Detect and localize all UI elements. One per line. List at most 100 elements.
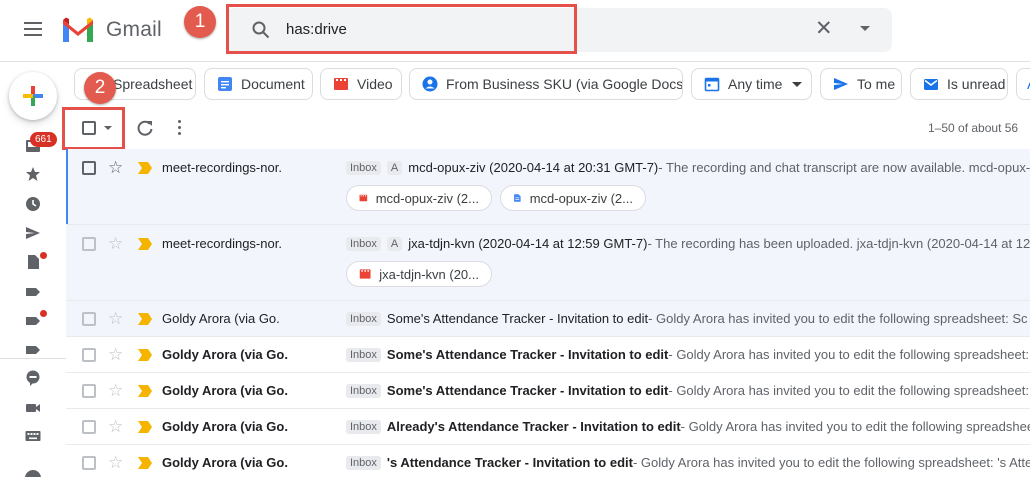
star-icon[interactable]: ☆ (108, 418, 123, 436)
email-sender: Goldy Arora (via Go. (162, 455, 288, 470)
important-marker-icon[interactable] (138, 421, 152, 433)
drafts-dot-icon (40, 252, 47, 259)
chip-any-time[interactable]: Any time (691, 68, 812, 100)
email-content: Inbox Some's Attendance Tracker - Invita… (346, 311, 1030, 326)
email-snippet: - The recording and chat transcript are … (658, 160, 1030, 175)
star-icon[interactable]: ☆ (108, 310, 123, 328)
inbox-label: Inbox (346, 383, 381, 398)
account-avatar-icon[interactable] (25, 470, 41, 477)
chip-more[interactable]: A (1016, 68, 1030, 100)
email-sender: meet-recordings-nor. (162, 236, 282, 251)
row-checkbox[interactable] (82, 456, 96, 470)
email-subject: Some's Attendance Tracker - Invitation t… (386, 311, 649, 326)
chip-label: Video (357, 76, 393, 92)
email-content: Inbox Some's Attendance Tracker - Invita… (346, 347, 1030, 362)
inbox-label: Inbox (346, 419, 381, 434)
important-marker-icon[interactable] (138, 162, 152, 174)
annotation-step-2: 2 (84, 72, 116, 104)
chip-label: From Business SKU (via Google Docs) (446, 76, 683, 92)
refresh-icon[interactable] (136, 119, 154, 137)
attachment-chip[interactable]: mcd-opux-ziv (2... (346, 185, 492, 211)
email-row[interactable]: ☆ Goldy Arora (via Go. Inbox Some's Atte… (66, 373, 1030, 409)
attachment-chip[interactable]: jxa-tdjn-kvn (20... (346, 261, 492, 287)
row-checkbox[interactable] (82, 420, 96, 434)
email-row[interactable]: ☆ meet-recordings-nor. Inbox A jxa-tdjn-… (66, 225, 1030, 301)
chip-label: To me (857, 76, 896, 92)
important-marker-icon[interactable] (138, 457, 152, 469)
important-marker-icon[interactable] (138, 238, 152, 250)
person-icon (422, 76, 438, 92)
video-file-icon (359, 269, 371, 279)
row-checkbox[interactable] (82, 348, 96, 362)
important-marker-icon[interactable] (138, 385, 152, 397)
label-icon[interactable] (25, 313, 41, 329)
compose-button[interactable] (9, 72, 57, 120)
plus-left-arm (23, 94, 33, 98)
video-camera-icon[interactable] (25, 400, 41, 416)
drafts-icon[interactable] (25, 254, 41, 270)
email-row[interactable]: ☆ Goldy Arora (via Go. Inbox Some's Atte… (66, 301, 1030, 337)
star-icon[interactable]: ☆ (108, 159, 123, 177)
label-icon[interactable] (25, 342, 41, 358)
email-row[interactable]: ☆ meet-recordings-nor. Inbox A mcd-opux-… (66, 149, 1030, 225)
attachment-name: mcd-opux-ziv (2... (375, 190, 479, 206)
star-icon[interactable]: ☆ (108, 346, 123, 364)
keyboard-icon[interactable] (25, 428, 41, 444)
attachment-chip[interactable]: mcd-opux-ziv (2... (500, 185, 646, 211)
search-options-chevron-icon[interactable] (860, 26, 870, 31)
more-options-icon[interactable] (178, 120, 182, 136)
inbox-label: Inbox (346, 311, 381, 326)
email-subject: jxa-tdjn-kvn (2020-04-14 at 12:59 GMT-7) (408, 236, 648, 251)
chip-label: Any time (728, 76, 783, 92)
email-row[interactable]: ☆ Goldy Arora (via Go. Inbox Some's Atte… (66, 337, 1030, 373)
email-sender: Goldy Arora (via Go. (162, 419, 288, 434)
email-subject: Some's Attendance Tracker - Invitation t… (386, 383, 669, 398)
chip-label: Document (241, 76, 305, 92)
email-snippet: - Goldy Arora has invited you to edit th… (668, 347, 1030, 362)
chip-video[interactable]: Video (320, 68, 402, 100)
star-icon[interactable]: ☆ (108, 382, 123, 400)
clear-search-icon[interactable]: ✕ (815, 18, 833, 39)
inbox-label: Inbox (346, 236, 381, 251)
chip-label: Spreadsheet (113, 76, 193, 92)
pagination-text: 1–50 of about 56 (928, 121, 1019, 135)
chip-from-business-sku[interactable]: From Business SKU (via Google Docs) (409, 68, 683, 100)
important-marker-icon[interactable] (138, 313, 152, 325)
chip-is-unread[interactable]: Is unread (910, 68, 1008, 100)
gmail-logo[interactable]: Gmail (60, 16, 162, 44)
email-row[interactable]: ☆ Goldy Arora (via Go. Inbox 's Attendan… (66, 445, 1030, 477)
row-checkbox[interactable] (82, 237, 96, 251)
rail-divider (0, 358, 66, 359)
doc-file-icon (514, 194, 521, 202)
row-checkbox[interactable] (82, 384, 96, 398)
inbox-label: Inbox (346, 455, 381, 470)
email-content: Inbox Some's Attendance Tracker - Invita… (346, 383, 1030, 398)
snoozed-clock-icon[interactable] (25, 196, 41, 212)
chip-document[interactable]: Document (204, 68, 313, 100)
chat-icon[interactable] (25, 370, 41, 386)
sent-icon[interactable] (25, 225, 41, 241)
email-subject: Some's Attendance Tracker - Invitation t… (386, 347, 669, 362)
email-list: ☆ meet-recordings-nor. Inbox A mcd-opux-… (66, 149, 1030, 477)
row-checkbox[interactable] (82, 312, 96, 326)
row-checkbox[interactable] (82, 161, 96, 175)
search-chips-bar: Spreadsheet Document Video From Business… (74, 68, 1030, 100)
label-dot-icon (40, 310, 47, 317)
email-snippet: - Goldy Arora has invited you to edit th… (668, 383, 1030, 398)
gmail-m-icon (63, 17, 93, 42)
label-tag: A (386, 236, 403, 251)
star-icon[interactable] (25, 166, 41, 182)
email-snippet: - Goldy Arora has invited you to edit th… (648, 311, 1028, 326)
email-row[interactable]: ☆ Goldy Arora (via Go. Inbox Already's A… (66, 409, 1030, 445)
main-menu-icon[interactable] (24, 22, 42, 36)
email-content: Inbox 's Attendance Tracker - Invitation… (346, 455, 1030, 470)
star-icon[interactable]: ☆ (108, 454, 123, 472)
important-marker-icon[interactable] (138, 349, 152, 361)
chevron-down-icon (792, 81, 803, 87)
send-icon (834, 78, 848, 90)
label-tag: A (386, 160, 403, 175)
chip-to-me[interactable]: To me (820, 68, 902, 100)
star-icon[interactable]: ☆ (108, 235, 123, 253)
label-icon[interactable] (25, 284, 41, 300)
email-snippet: - Goldy Arora has invited you to edit th… (680, 419, 1030, 434)
